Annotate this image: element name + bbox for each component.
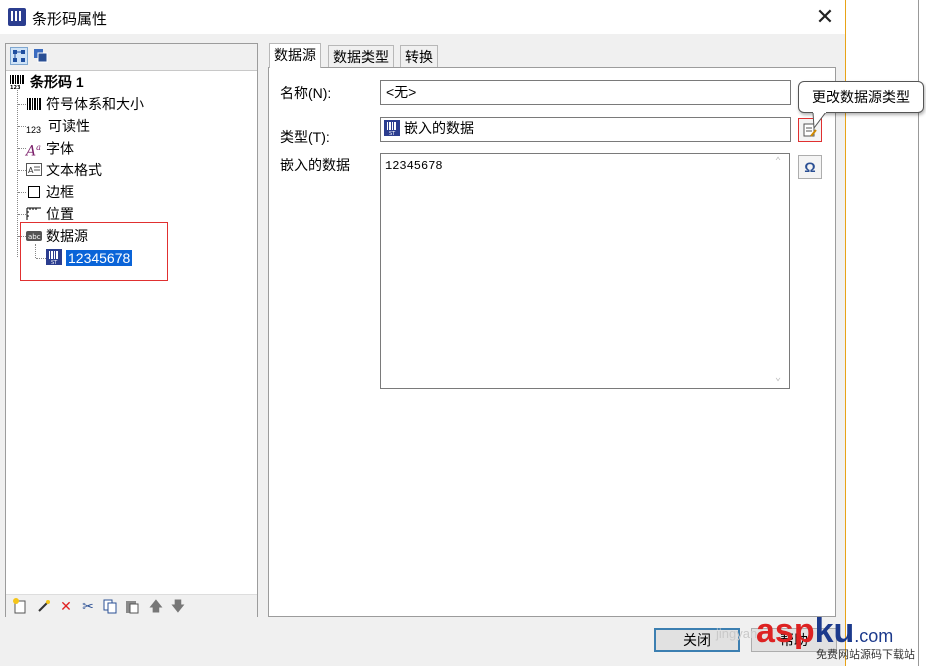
title-bar: 条形码属性 ✕ — [0, 0, 845, 34]
name-label: 名称(N): — [280, 85, 332, 101]
name-field[interactable]: <无> — [380, 80, 791, 105]
layers-icon[interactable] — [32, 47, 50, 65]
tree-actions-toolbar: ✕ ✂ 🡅 🡇 — [6, 594, 257, 617]
copy-icon[interactable] — [102, 598, 118, 614]
cut-icon[interactable]: ✂ — [80, 598, 96, 614]
svg-text:ST: ST — [389, 131, 396, 136]
tree-item-readability[interactable]: 123 可读性 — [26, 116, 90, 136]
svg-text:123: 123 — [10, 85, 21, 89]
tree-item-label: 文本格式 — [46, 162, 102, 178]
tree-item-label: 位置 — [46, 206, 74, 222]
tree-root[interactable]: 123 条形码 1 — [10, 72, 84, 92]
paste-icon[interactable] — [124, 598, 140, 614]
tree-item-text-format[interactable]: A 文本格式 — [26, 160, 102, 180]
barcode-icon: 123 — [10, 74, 26, 91]
tree-branch — [18, 214, 26, 216]
scroll-up-icon[interactable]: ⌃ — [775, 156, 781, 168]
faint-watermark: jingyan — [716, 626, 758, 641]
tab-datasource[interactable]: 数据源 — [269, 43, 321, 68]
highlight-box — [20, 222, 168, 281]
svg-text:A: A — [28, 166, 34, 175]
type-label: 类型(T): — [280, 129, 330, 145]
tree-item-symbology[interactable]: 符号体系和大小 — [26, 94, 144, 114]
tree-item-label: 可读性 — [48, 118, 90, 134]
tooltip: 更改数据源类型 — [798, 81, 924, 113]
move-up-icon[interactable]: 🡅 — [148, 598, 164, 614]
tree-panel: 123 条形码 1 符号体系和大小 123 可读性 Aa 字体 A 文本格式 边框 … — [5, 43, 258, 617]
tab-datatype[interactable]: 数据类型 — [328, 45, 394, 67]
new-icon[interactable] — [12, 598, 28, 614]
embedded-data-label: 嵌入的数据 — [280, 157, 350, 173]
delete-icon[interactable]: ✕ — [58, 598, 74, 614]
special-char-button[interactable]: Ω — [798, 155, 822, 179]
type-field[interactable]: ST 嵌入的数据 — [380, 117, 791, 142]
tree-branch — [18, 170, 26, 172]
font-icon: Aa — [26, 143, 41, 160]
tree-branch — [18, 148, 26, 150]
barcode-icon — [26, 96, 42, 110]
tree-item-font[interactable]: Aa 字体 — [26, 138, 74, 160]
tree-root-label: 条形码 1 — [30, 74, 84, 90]
embedded-data-value: 12345678 — [385, 159, 443, 173]
tree-item-border[interactable]: 边框 — [26, 182, 74, 202]
barcode-app-icon — [8, 8, 26, 26]
tree-item-position[interactable]: 位置 — [26, 204, 74, 224]
tree-item-label: 符号体系和大小 — [46, 96, 144, 112]
tree-item-label: 字体 — [46, 140, 74, 157]
tab-transform[interactable]: 转换 — [400, 45, 438, 67]
tree-branch — [18, 192, 26, 194]
scroll-down-icon[interactable]: ⌄ — [775, 372, 781, 384]
border-icon — [26, 184, 42, 198]
barcode-data-icon: ST — [384, 120, 400, 137]
watermark-caption: 免费网站源码下载站 — [816, 649, 915, 661]
tree-toolbar — [6, 44, 257, 71]
tooltip-pointer — [812, 112, 827, 130]
tree-branch — [18, 104, 26, 106]
position-icon — [26, 206, 42, 220]
close-icon[interactable]: ✕ — [812, 4, 838, 30]
expand-all-icon[interactable] — [10, 47, 28, 65]
type-value: 嵌入的数据 — [404, 120, 474, 136]
wand-icon[interactable] — [36, 598, 52, 614]
tree-guide-line — [17, 90, 19, 257]
embedded-data-textarea[interactable]: 12345678 ⌃ ⌄ — [380, 153, 790, 389]
omega-icon: Ω — [804, 159, 816, 175]
text-format-icon: A — [26, 162, 42, 176]
tree-branch — [18, 126, 26, 128]
window-title: 条形码属性 — [32, 11, 108, 28]
tree-item-label: 边框 — [46, 184, 74, 200]
move-down-icon[interactable]: 🡇 — [170, 598, 186, 614]
digits-icon: 123 — [26, 125, 42, 135]
vertical-scrollbar[interactable]: ⌃ ⌄ — [772, 154, 789, 388]
